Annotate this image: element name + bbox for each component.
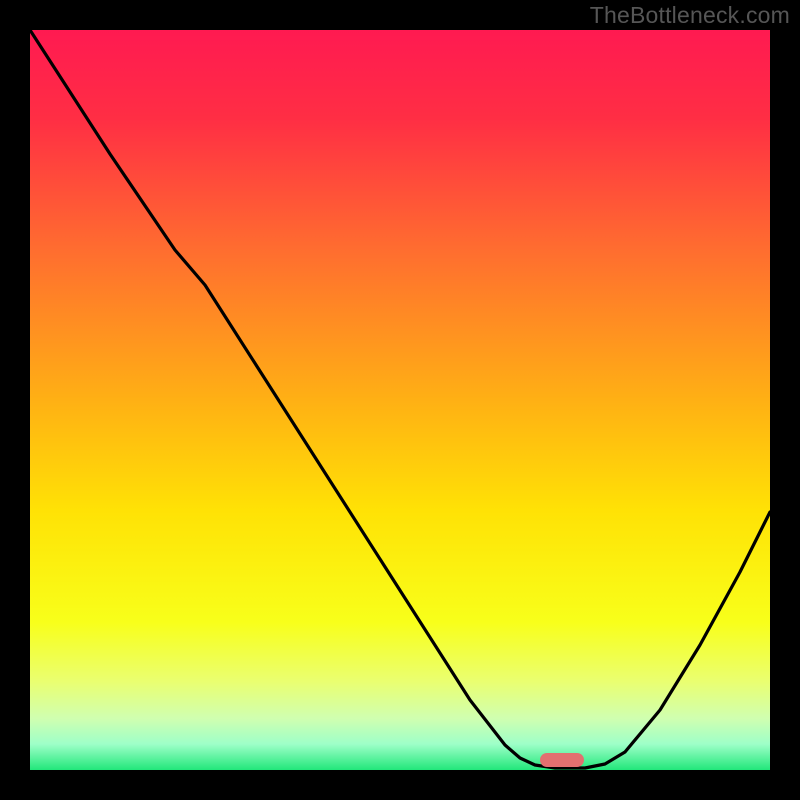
bottleneck-chart — [0, 0, 800, 800]
watermark-text: TheBottleneck.com — [590, 2, 790, 29]
plot-background — [30, 30, 770, 770]
optimal-point-marker — [540, 753, 584, 767]
chart-container: TheBottleneck.com — [0, 0, 800, 800]
